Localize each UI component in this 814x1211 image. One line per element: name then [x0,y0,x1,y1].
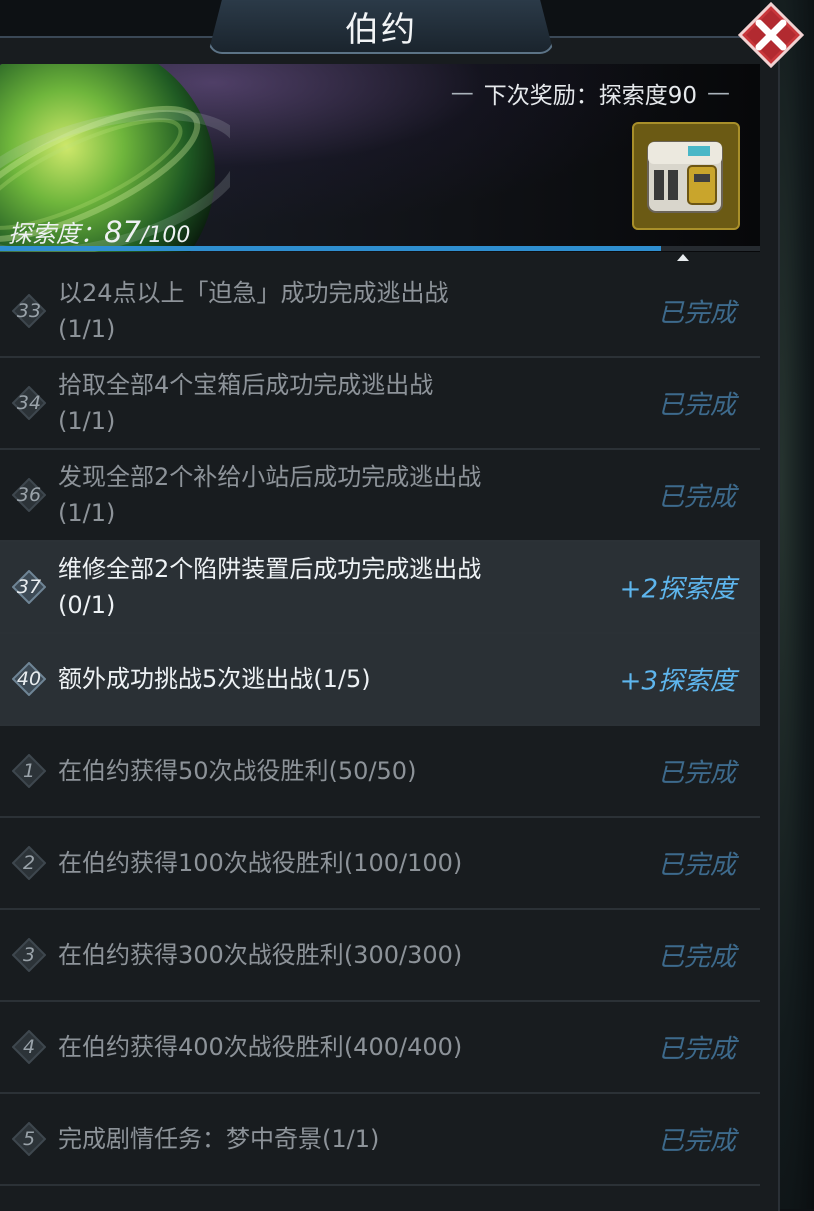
task-description: 维修全部2个陷阱装置后成功完成逃出战 (0/1) [58,551,588,623]
task-progress: (1/1) [58,407,116,435]
task-progress: (0/1) [58,591,116,619]
task-status: 已完成 [657,850,736,881]
page-title: 伯约 [345,9,417,50]
task-progress: (1/5) [313,665,371,693]
exploration-progress-fill [0,246,662,251]
task-title: 额外成功挑战5次逃出战 [58,665,314,693]
task-number: 3 [22,944,36,966]
task-title: 在伯约获得50次战役胜利 [58,757,329,785]
task-list[interactable]: 33 以24点以上「迫急」成功完成逃出战 (1/1) 已完成 34 拾取全部4个宝箱后成功… [0,266,760,1186]
task-number: 1 [22,760,36,782]
diamond-badge-icon: 33 [11,293,47,329]
exploration-score-max: /100 [140,223,191,248]
task-title: 拾取全部4个宝箱后成功完成逃出战 [58,371,434,399]
exploration-banner: — 下次奖励：探索度90 — 探索度：87/100 [0,64,760,252]
task-row[interactable]: 33 以24点以上「迫急」成功完成逃出战 (1/1) 已完成 [0,266,760,358]
task-status: 已完成 [657,390,736,421]
diamond-badge-icon: 4 [11,1029,47,1065]
supply-crate-icon [647,141,723,213]
task-status: 已完成 [657,758,736,789]
next-reward-label: 下次奖励：探索度90 [483,83,697,109]
task-description: 发现全部2个补给小站后成功完成逃出战 (1/1) [58,459,588,531]
task-progress: (100/100) [343,849,463,877]
task-status: 已完成 [657,1126,736,1157]
task-row[interactable]: 4 在伯约获得400次战役胜利(400/400) 已完成 [0,1002,760,1094]
divider-dash: — [450,80,474,106]
task-row[interactable]: 1 在伯约获得50次战役胜利(50/50) 已完成 [0,726,760,818]
task-number: 34 [16,392,42,414]
task-number: 36 [16,484,42,506]
task-description: 在伯约获得50次战役胜利(50/50) [58,753,588,789]
diamond-badge-icon: 1 [11,753,47,789]
task-title: 在伯约获得300次战役胜利 [58,941,344,969]
task-number: 4 [22,1036,36,1058]
diamond-badge-icon: 36 [11,477,47,513]
task-title: 发现全部2个补给小站后成功完成逃出战 [58,463,482,491]
next-reward: — 下次奖励：探索度90 — [451,76,730,110]
task-description: 在伯约获得100次战役胜利(100/100) [58,845,588,881]
task-number: 37 [16,576,42,598]
task-title: 以24点以上「迫急」成功完成逃出战 [58,279,449,307]
task-status: 已完成 [657,1034,736,1065]
task-status: +2探索度 [619,574,736,605]
task-title: 在伯约获得100次战役胜利 [58,849,344,877]
progress-marker-icon [677,254,689,261]
reward-item[interactable] [632,122,740,230]
diamond-badge-icon: 5 [11,1121,47,1157]
task-row[interactable]: 5 完成剧情任务：梦中奇景(1/1) 已完成 [0,1094,760,1186]
diamond-badge-icon: 37 [11,569,47,605]
exploration-progress-bar [0,246,760,251]
task-row[interactable]: 36 发现全部2个补给小站后成功完成逃出战 (1/1) 已完成 [0,450,760,542]
close-button[interactable] [737,1,805,69]
task-number: 2 [22,852,36,874]
diamond-badge-icon: 34 [11,385,47,421]
task-description: 以24点以上「迫急」成功完成逃出战 (1/1) [58,275,588,347]
task-row[interactable]: 40 额外成功挑战5次逃出战(1/5) +3探索度 [0,634,760,726]
task-number: 40 [16,668,42,690]
exploration-score-current: 87 [104,215,141,249]
task-description: 完成剧情任务：梦中奇景(1/1) [58,1121,588,1157]
task-status: +3探索度 [619,666,736,697]
task-progress: (1/1) [58,499,116,527]
task-title: 完成剧情任务：梦中奇景 [58,1125,322,1153]
task-row[interactable]: 37 维修全部2个陷阱装置后成功完成逃出战 (0/1) +2探索度 [0,542,760,634]
task-title: 在伯约获得400次战役胜利 [58,1033,344,1061]
close-icon [737,1,805,69]
task-number: 5 [22,1128,36,1150]
task-progress: (50/50) [328,757,417,785]
task-description: 在伯约获得400次战役胜利(400/400) [58,1029,588,1065]
task-row[interactable]: 2 在伯约获得100次战役胜利(100/100) 已完成 [0,818,760,910]
title-tab: 伯约 [208,0,554,54]
task-description: 额外成功挑战5次逃出战(1/5) [58,661,588,697]
task-progress: (300/300) [343,941,463,969]
task-description: 在伯约获得300次战役胜利(300/300) [58,937,588,973]
exploration-score-label: 探索度： [8,220,104,248]
task-status: 已完成 [657,298,736,329]
divider-dash: — [707,80,730,106]
task-row[interactable]: 3 在伯约获得300次战役胜利(300/300) 已完成 [0,910,760,1002]
task-status: 已完成 [657,942,736,973]
task-progress: (400/400) [343,1033,463,1061]
task-status: 已完成 [657,482,736,513]
task-progress: (1/1) [58,315,116,343]
task-row[interactable]: 34 拾取全部4个宝箱后成功完成逃出战 (1/1) 已完成 [0,358,760,450]
task-description: 拾取全部4个宝箱后成功完成逃出战 (1/1) [58,367,588,439]
diamond-badge-icon: 3 [11,937,47,973]
task-progress: (1/1) [322,1125,380,1153]
diamond-badge-icon: 40 [11,661,47,697]
task-number: 33 [16,300,42,322]
task-title: 维修全部2个陷阱装置后成功完成逃出战 [58,555,482,583]
diamond-badge-icon: 2 [11,845,47,881]
exploration-score: 探索度：87/100 [8,214,190,249]
